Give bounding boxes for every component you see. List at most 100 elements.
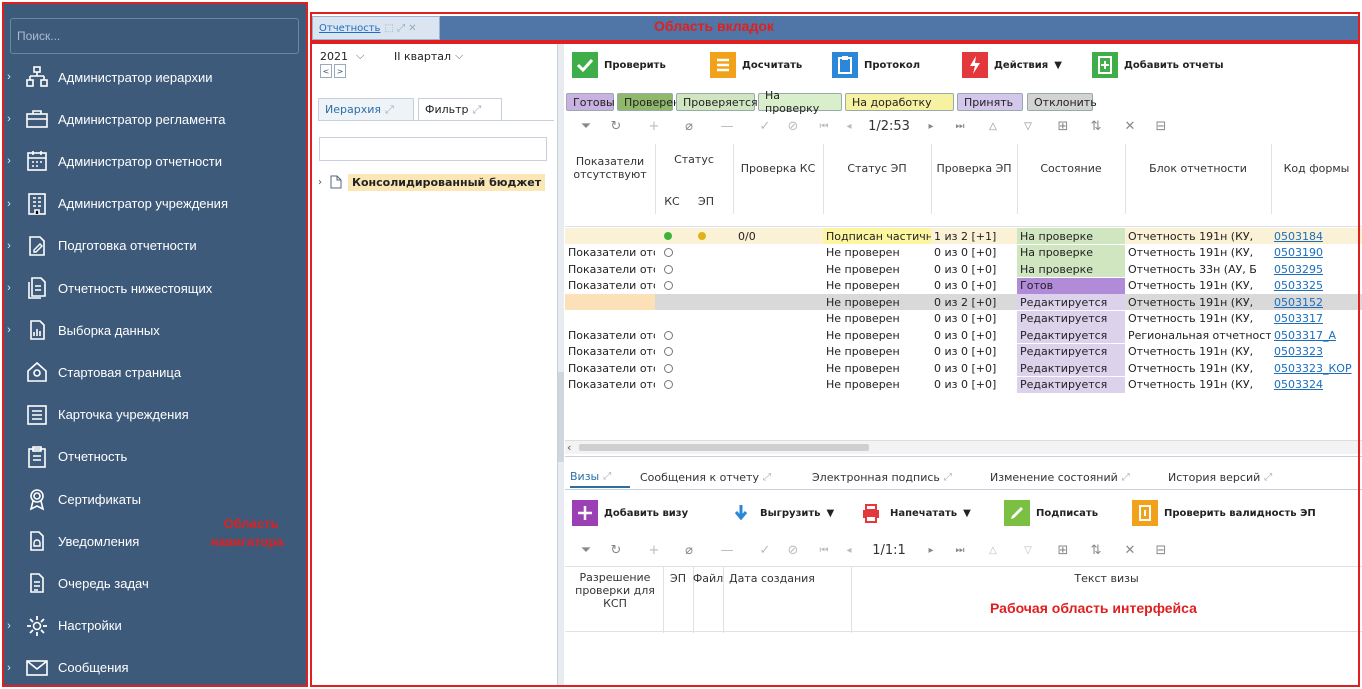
cell-form-code-link[interactable]: 0503324 (1271, 377, 1362, 393)
sort-desc-icon[interactable]: ▽ (1008, 545, 1048, 556)
chevron-right-icon[interactable]: › (2, 71, 16, 83)
cancel-icon[interactable]: ⊘ (778, 119, 808, 134)
col-permission[interactable]: Разрешение проверки для КСП (569, 571, 661, 629)
scrollbar-thumb[interactable] (579, 444, 869, 451)
validate-ep-button[interactable]: Проверить валидность ЭП (1132, 500, 1316, 526)
prev-page-icon[interactable]: ◂ (840, 545, 858, 556)
sidebar-item-11[interactable]: Сертификаты (2, 478, 308, 520)
table-row[interactable]: Не проверен 0 из 2 [+0] Редактируется Отчет… (565, 294, 1362, 310)
grid-view-icon[interactable]: ⊞ (1048, 119, 1078, 134)
col-status-ep[interactable]: Статус ЭП (823, 146, 931, 190)
year-select[interactable]: 2021 ⌵ (320, 48, 390, 64)
table-row[interactable]: Показатели отсутствуют Не проверен 0 из 0 … (565, 244, 1362, 261)
minus-icon[interactable]: — (702, 543, 752, 558)
sidebar-item-4[interactable]: › Администратор учреждения (2, 183, 308, 225)
table-row[interactable]: Не проверен 0 из 0 [+0] Редактируется Отчет… (565, 310, 1362, 327)
tab-bottom-1[interactable]: Визы ⤢ (570, 466, 630, 488)
next-page-icon[interactable]: ▸ (920, 545, 942, 556)
chevron-right-icon[interactable]: › (2, 662, 16, 674)
sidebar-item-8[interactable]: Стартовая страница (2, 351, 308, 393)
tab-bottom-4[interactable]: Изменение состояний ⤢ (990, 466, 1156, 488)
refresh-icon[interactable]: ↻ (600, 119, 632, 134)
close-icon[interactable]: ✕ (1114, 543, 1146, 558)
tab-hierarchy[interactable]: Иерархия ⤢ (318, 98, 414, 120)
filter-button-4[interactable]: На проверку (758, 89, 842, 115)
col-ks[interactable]: КС (655, 192, 689, 210)
cell-form-code-link[interactable]: 0503295 (1271, 261, 1362, 277)
sort-icon[interactable]: ⇅ (1078, 543, 1114, 558)
filter-icon[interactable]: ⏷ (572, 119, 600, 134)
col-block[interactable]: Блок отчетности (1125, 146, 1271, 190)
col-state[interactable]: Состояние (1017, 146, 1125, 190)
table-row[interactable]: Показатели отсутствуют Не проверен 0 из 0 … (565, 376, 1362, 393)
scroll-left-icon[interactable]: ‹ (567, 441, 571, 454)
col-visa-text[interactable]: Текст визы (851, 571, 1362, 585)
add-reports-button[interactable]: Добавить отчеты (1092, 52, 1224, 78)
sidebar-item-12[interactable]: Уведомления (2, 520, 308, 562)
col-check-ks[interactable]: Проверка КС (733, 146, 823, 190)
prev-page-icon[interactable]: ◂ (840, 121, 858, 132)
sidebar-item-5[interactable]: › Подготовка отчетности (2, 225, 308, 267)
first-page-icon[interactable]: ⏮ (808, 121, 840, 132)
cell-form-code-link[interactable]: 0503317_А (1271, 327, 1362, 343)
splitter-handle[interactable] (558, 372, 564, 462)
cell-form-code-link[interactable]: 0503325 (1271, 278, 1362, 294)
col-check-ep[interactable]: Проверка ЭП (931, 146, 1017, 190)
print-button[interactable]: Напечатать ▼ (858, 500, 971, 526)
sort-asc-icon[interactable]: △ (978, 121, 1008, 132)
table-row[interactable]: Показатели отсутствуют Не проверен 0 из 0 … (565, 327, 1362, 343)
sidebar-item-10[interactable]: Отчетность (2, 436, 308, 478)
tree-node[interactable]: › Консолидированный бюджет (318, 172, 554, 192)
attach-icon[interactable]: ⌀ (676, 119, 702, 134)
splitter[interactable] (558, 42, 564, 686)
close-icon[interactable]: ✕ (1114, 119, 1146, 134)
sidebar-item-3[interactable]: › Администратор отчетности (2, 140, 308, 182)
col-indicators[interactable]: Показатели отсутствуют (565, 146, 655, 190)
filter-button-2[interactable]: Проверен (617, 93, 680, 111)
sign-button[interactable]: Подписать (1004, 500, 1098, 526)
col-form-code[interactable]: Код формы (1271, 146, 1362, 190)
sidebar-item-15[interactable]: › Сообщения (2, 647, 308, 689)
grid-view-icon[interactable]: ⊞ (1048, 543, 1078, 558)
sidebar-item-7[interactable]: › Выборка данных (2, 309, 308, 351)
tab-filter[interactable]: Фильтр ⤢ (418, 98, 502, 120)
sidebar-item-13[interactable]: Очередь задач (2, 562, 308, 604)
tab-bottom-3[interactable]: Электронная подпись ⤢ (812, 466, 978, 488)
sidebar-item-14[interactable]: › Настройки (2, 605, 308, 647)
confirm-icon[interactable]: ✓ (752, 543, 778, 558)
horizontal-scrollbar[interactable]: ‹ (565, 440, 1362, 454)
export-button[interactable]: Выгрузить ▼ (728, 500, 834, 526)
sort-icon[interactable]: ⇅ (1078, 119, 1114, 134)
protocol-button[interactable]: Протокол (832, 52, 920, 78)
collapse-icon[interactable]: ⊟ (1146, 543, 1176, 558)
table-row[interactable]: 0/0 Подписан частично 1 из 2 [+1] На провер… (565, 228, 1362, 244)
sidebar-item-6[interactable]: › Отчетность нижестоящих (2, 267, 308, 309)
col-created[interactable]: Дата создания (723, 571, 849, 585)
cell-form-code-link[interactable]: 0503152 (1271, 294, 1362, 310)
filter-button-5[interactable]: На доработку (845, 93, 954, 111)
col-ep[interactable]: ЭП (689, 192, 723, 210)
add-icon[interactable]: + (632, 119, 676, 134)
cell-form-code-link[interactable]: 0503190 (1271, 245, 1362, 261)
tab-controls-icon[interactable]: ⬚ ⤢ ✕ (384, 23, 416, 34)
tab-bottom-2[interactable]: Сообщения к отчету ⤢ (640, 466, 800, 488)
table-row[interactable]: Показатели отсутствуют Не проверен 0 из 0 … (565, 277, 1362, 294)
col-status[interactable]: Статус (655, 146, 733, 172)
cancel-icon[interactable]: ⊘ (778, 543, 808, 558)
next-page-icon[interactable]: ▸ (920, 121, 942, 132)
first-page-icon[interactable]: ⏮ (808, 545, 840, 556)
add-visa-button[interactable]: Добавить визу (572, 500, 688, 526)
cell-form-code-link[interactable]: 0503184 (1271, 228, 1362, 244)
chevron-right-icon[interactable]: › (2, 113, 16, 125)
sidebar-item-9[interactable]: Карточка учреждения (2, 394, 308, 436)
col-file[interactable]: Файл (693, 571, 723, 585)
col-ep[interactable]: ЭП (663, 571, 693, 585)
sort-asc-icon[interactable]: △ (978, 545, 1008, 556)
sidebar-item-2[interactable]: › Администратор регламента (2, 98, 308, 140)
recalc-button[interactable]: Досчитать (710, 52, 802, 78)
last-page-icon[interactable]: ⏭ (942, 545, 978, 556)
minus-icon[interactable]: — (702, 119, 752, 134)
last-page-icon[interactable]: ⏭ (942, 121, 978, 132)
add-icon[interactable]: + (632, 543, 676, 558)
prev-period-button[interactable]: < (320, 64, 332, 78)
